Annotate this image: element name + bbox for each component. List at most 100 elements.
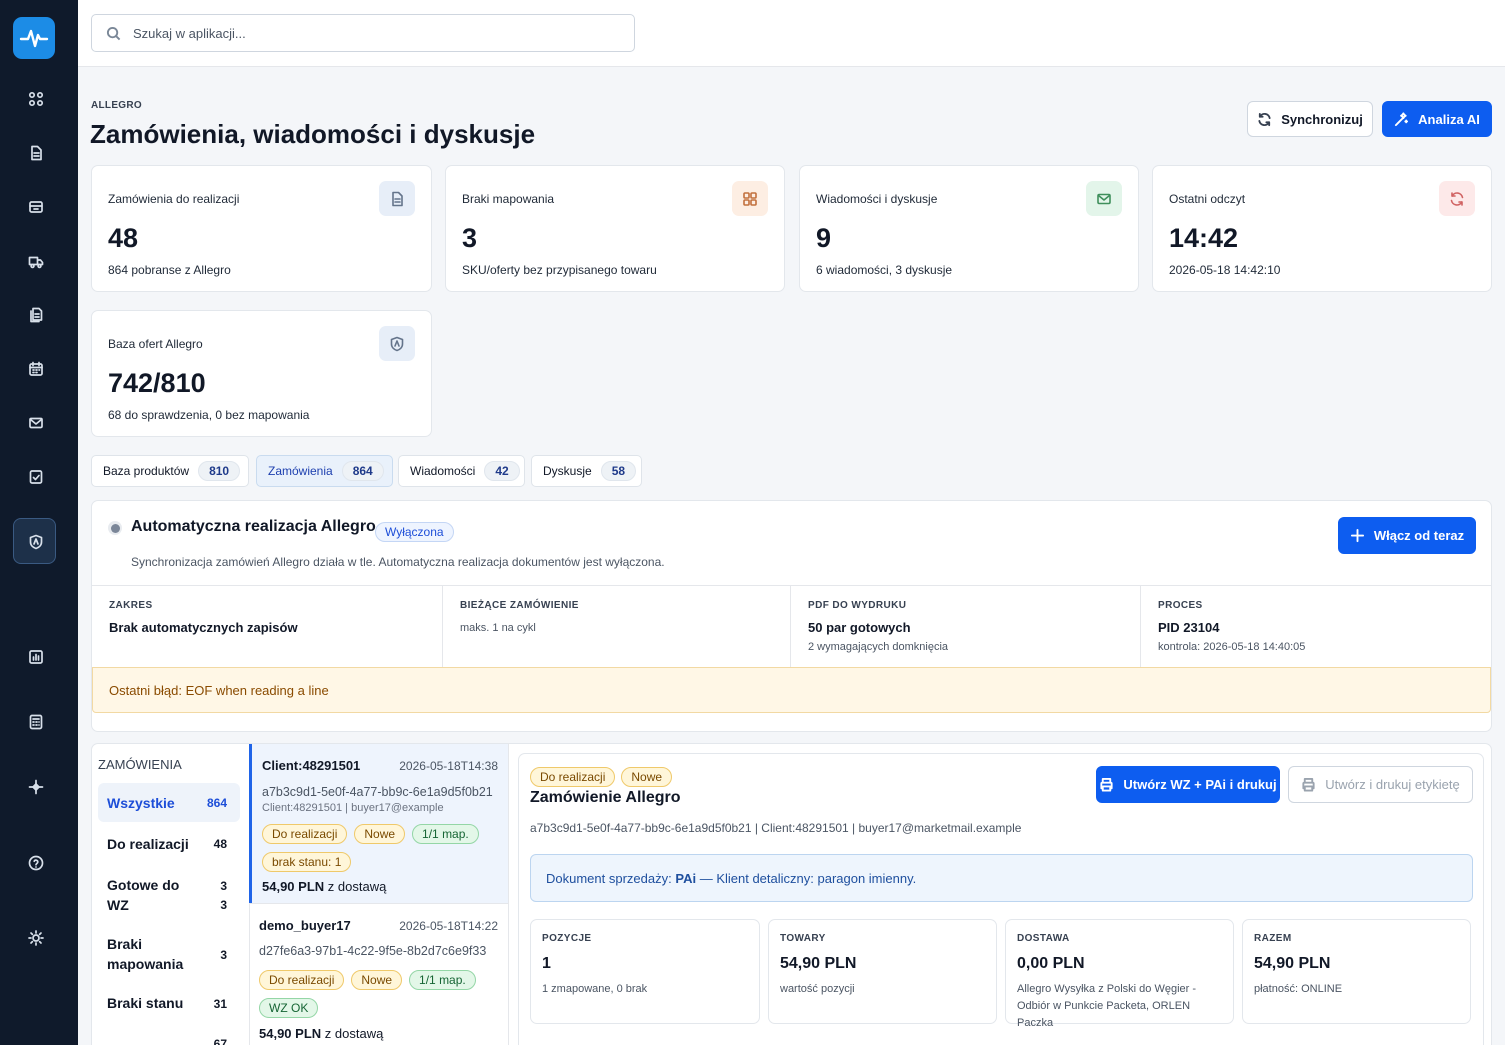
filter-count: 3 — [220, 898, 227, 912]
orders-filter-title: ZAMÓWIENIA — [98, 757, 182, 772]
order-price-suffix: z dostawą — [327, 879, 387, 894]
sidebar-item-calendar[interactable] — [25, 358, 47, 380]
filter-all[interactable]: Wszystkie 864 — [98, 783, 240, 822]
sidebar-item-messages[interactable] — [25, 412, 47, 434]
filter-count: 864 — [206, 796, 227, 810]
document-icon — [392, 191, 403, 206]
calendar-icon — [29, 361, 43, 376]
info-subtext: kontrola: 2026-05-18 14:40:05 — [1158, 641, 1306, 653]
stat-subtext: 68 do sprawdzenia, 0 bez mapowania — [108, 408, 310, 422]
tab-products[interactable]: Baza produktów 810 — [91, 455, 249, 487]
info-subtext: maks. 1 na cykl — [460, 622, 536, 634]
sidebar-item-calculator[interactable] — [25, 711, 47, 733]
sidebar-item-reports[interactable] — [25, 646, 47, 668]
app-logo[interactable] — [13, 17, 55, 59]
filter-label: Do realizacji — [107, 836, 189, 852]
badge-mapping: 1/1 map. — [412, 824, 479, 844]
search-box[interactable] — [91, 14, 635, 52]
order-list-item-selected[interactable]: Client:48291501 2026-05-18T14:38 a7b3c9d… — [249, 744, 508, 903]
sync-button-label: Synchronizuj — [1281, 111, 1363, 127]
page-title: Zamówienia, wiadomości i dyskusje — [90, 119, 536, 149]
top-bar — [78, 0, 1505, 67]
summary-heading: TOWARY — [780, 933, 826, 944]
stat-label: Ostatni odczyt — [1169, 192, 1246, 206]
mail-icon — [29, 417, 43, 429]
sidebar-item-documents[interactable] — [25, 142, 47, 164]
summary-heading: POZYCJE — [542, 933, 592, 944]
filter-missing-mapping[interactable]: Braki mapowania 3 — [98, 928, 240, 978]
sidebar-item-tasks[interactable] — [25, 466, 47, 488]
filter-label: Gotowe do — [107, 877, 180, 893]
filter-count: 31 — [213, 997, 227, 1011]
summary-value: 1 — [542, 955, 551, 972]
sidebar-item-help[interactable] — [25, 852, 47, 874]
filter-other[interactable]: 67 — [98, 1030, 240, 1045]
stat-subtext: 6 wiadomości, 3 dyskusje — [816, 263, 953, 277]
sidebar-item-shipping[interactable] — [25, 251, 47, 273]
order-list-item[interactable]: demo_buyer17 2026-05-18T14:22 d27fe6a3-9… — [249, 904, 508, 1045]
divider — [508, 743, 509, 1045]
order-detail-meta: a7b3c9d1-5e0f-4a77-bb9c-6e1a9d5f0b21 | C… — [530, 821, 1022, 835]
tab-messages[interactable]: Wiadomości 42 — [398, 455, 525, 487]
page-eyebrow: ALLEGRO — [91, 100, 142, 111]
create-wz-pai-print-button[interactable]: Utwórz WZ + PAi i drukuj — [1096, 766, 1280, 803]
tab-orders[interactable]: Zamówienia 864 — [256, 455, 393, 487]
ai-analysis-label: Analiza AI — [1418, 111, 1480, 127]
auto-status-badge: Wyłączona — [375, 522, 454, 542]
filter-to-realize[interactable]: Do realizacji 48 — [98, 826, 240, 862]
order-client: demo_buyer17 — [259, 918, 351, 933]
auto-realization-panel: Automatyczna realizacja Allegro Wyłączon… — [91, 500, 1492, 732]
stat-value: 742/810 — [108, 368, 206, 398]
order-client: Client:48291501 — [262, 758, 361, 773]
info-scope: ZAKRES Brak automatycznych zapisów — [92, 586, 443, 668]
stat-icon-box — [1086, 181, 1122, 216]
sidebar-item-theme[interactable] — [25, 927, 47, 949]
summary-goods: TOWARY 54,90 PLN wartość pozycji — [768, 919, 997, 1024]
auto-info-row: ZAKRES Brak automatycznych zapisów BIEŻĄ… — [92, 585, 1491, 668]
summary-total: RAZEM 54,90 PLN płatność: ONLINE — [1242, 919, 1471, 1024]
filter-missing-stock[interactable]: Braki stanu 31 — [98, 988, 240, 1020]
printer-icon — [1100, 777, 1113, 792]
sidebar-item-warehouse[interactable] — [25, 196, 47, 218]
summary-subtext: wartość pozycji — [780, 983, 855, 995]
stat-label: Baza ofert Allegro — [108, 337, 203, 351]
summary-heading: DOSTAWA — [1017, 933, 1070, 944]
create-label-button[interactable]: Utwórz i drukuj etykietę — [1288, 766, 1473, 803]
ai-analysis-button[interactable]: Analiza AI — [1382, 101, 1492, 137]
stat-value: 14:42 — [1169, 223, 1239, 253]
order-hash: d27fe6a3-97b1-4c22-9f5e-8b2d7c6e9f33 — [259, 944, 487, 958]
tab-discussions[interactable]: Dyskusje 58 — [531, 455, 642, 487]
sidebar-item-integrations[interactable] — [25, 776, 47, 798]
order-price: 54,90 PLN — [262, 879, 325, 894]
info-heading: ZAKRES — [109, 600, 153, 611]
info-subtext: 2 wymagających domknięcia — [808, 641, 949, 653]
truck-icon — [28, 256, 44, 269]
stat-icon-box — [379, 326, 415, 361]
stat-subtext: SKU/oferty bez przypisanego towaru — [462, 263, 657, 277]
info-heading: BIEŻĄCE ZAMÓWIENIE — [460, 600, 579, 611]
shield-icon — [390, 336, 404, 351]
filter-count: 3 — [220, 879, 227, 893]
sidebar-item-invoices[interactable] — [25, 304, 47, 326]
sidebar-item-allegro[interactable] — [25, 531, 47, 553]
filter-label: Wszystkie — [107, 795, 175, 811]
stat-icon-box — [732, 181, 768, 216]
stat-value: 48 — [108, 223, 139, 253]
badge-to-realize: Do realizacji — [262, 824, 348, 844]
summary-value: 54,90 PLN — [1254, 955, 1331, 972]
enable-now-button[interactable]: Włącz od teraz — [1338, 517, 1476, 554]
printer-icon — [1302, 777, 1315, 792]
error-banner: Ostatni błąd: EOF when reading a line — [92, 667, 1491, 713]
sync-button[interactable]: Synchronizuj — [1247, 101, 1373, 137]
stat-icon-box — [379, 181, 415, 216]
summary-subtext: 1 zmapowane, 0 brak — [542, 983, 648, 995]
tab-count: 42 — [484, 461, 520, 481]
info-process: PROCES PID 23104 kontrola: 2026-05-18 14… — [1141, 586, 1491, 668]
filter-ready-wz[interactable]: Gotowe do WZ 3 3 — [98, 870, 240, 920]
info-heading: PROCES — [1158, 600, 1203, 611]
stat-icon-box — [1439, 181, 1475, 216]
sidebar-item-dashboard[interactable] — [25, 88, 47, 110]
search-input[interactable] — [133, 25, 613, 41]
order-price: 54,90 PLN — [259, 1026, 322, 1041]
stat-card-mapping: Braki mapowania 3 SKU/oferty bez przypis… — [445, 165, 785, 292]
